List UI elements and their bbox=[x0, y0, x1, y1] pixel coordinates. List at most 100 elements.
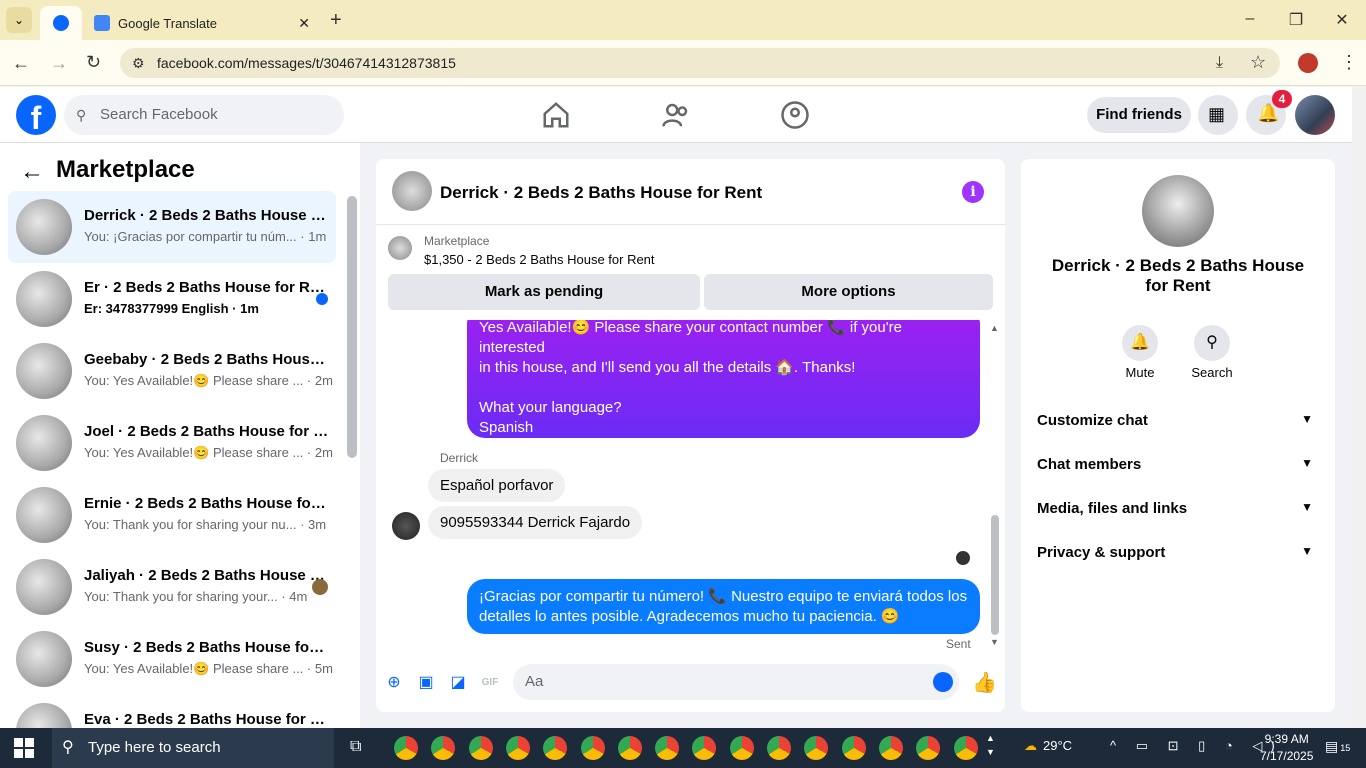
outgoing-message: Yes Available!😊 Please share your contac… bbox=[467, 320, 980, 456]
thumbs-up-icon[interactable]: 👍 bbox=[972, 670, 997, 695]
notification-center-icon[interactable]: ▤ 15 bbox=[1325, 738, 1350, 755]
system-tray-icons[interactable]: ^ ▭ ⊡ ▯ ◔ ◁) bbox=[1110, 738, 1283, 754]
profile-icon[interactable] bbox=[1298, 53, 1318, 73]
chat-title[interactable]: Derrick · 2 Beds 2 Baths House for Rent bbox=[440, 183, 762, 203]
conversation-item[interactable]: Susy · 2 Beds 2 Baths House for Rent You:… bbox=[8, 623, 336, 695]
conversation-title: Geebaby · 2 Beds 2 Baths House for Rent bbox=[84, 351, 329, 368]
url-field[interactable]: facebook.com/messages/t/3046741431287381… bbox=[120, 48, 1280, 78]
chrome-taskbar-icon[interactable] bbox=[505, 736, 530, 760]
new-tab-button[interactable]: + bbox=[330, 9, 342, 32]
privacy-support-row[interactable]: Privacy & support ▼ bbox=[1037, 544, 1319, 568]
chat-members-row[interactable]: Chat members ▼ bbox=[1037, 456, 1319, 480]
menu-grid-button[interactable]: ▦ bbox=[1198, 95, 1238, 135]
restore-icon[interactable]: ❐ bbox=[1286, 10, 1306, 30]
mark-as-pending-button[interactable]: Mark as pending bbox=[388, 274, 700, 310]
search-label: Search bbox=[1191, 365, 1233, 380]
photo-icon[interactable]: ▣ bbox=[415, 672, 437, 694]
gif-icon[interactable]: GIF bbox=[479, 672, 501, 694]
media-files-links-row[interactable]: Media, files and links ▼ bbox=[1037, 500, 1319, 524]
install-app-icon[interactable]: ⤓ bbox=[1216, 54, 1223, 72]
listing-thumbnail bbox=[16, 559, 72, 615]
conversation-item[interactable]: Joel · 2 Beds 2 Baths House for Rent You:… bbox=[8, 407, 336, 479]
chrome-taskbar-icon[interactable] bbox=[543, 736, 568, 760]
emoji-icon[interactable] bbox=[933, 672, 953, 692]
conversation-title: Jaliyah · 2 Beds 2 Baths House for Rent bbox=[84, 567, 329, 584]
chrome-taskbar-icon[interactable] bbox=[468, 736, 493, 760]
more-options-button[interactable]: More options bbox=[704, 274, 993, 310]
friends-icon[interactable] bbox=[661, 100, 691, 130]
reload-icon[interactable]: ↻ bbox=[86, 52, 101, 73]
bookmark-star-icon[interactable]: ☆ bbox=[1250, 52, 1266, 73]
chat-info-avatar[interactable] bbox=[1142, 175, 1214, 247]
clock[interactable]: 9:39 AM 7/17/2025 bbox=[1260, 731, 1313, 765]
back-arrow-icon[interactable]: ← bbox=[20, 158, 44, 186]
chevron-down-icon: ▼ bbox=[1301, 500, 1313, 514]
facebook-logo[interactable]: f bbox=[16, 95, 56, 135]
listing-title[interactable]: $1,350 - 2 Beds 2 Baths House for Rent bbox=[424, 252, 655, 267]
search-icon: ⚲ bbox=[76, 107, 87, 123]
chevron-down-icon: ▼ bbox=[1301, 412, 1313, 426]
chrome-taskbar-icon[interactable] bbox=[617, 736, 642, 760]
groups-icon[interactable] bbox=[780, 100, 810, 130]
windows-start-icon[interactable] bbox=[14, 738, 34, 758]
task-view-icon[interactable]: ⧉ bbox=[350, 738, 361, 756]
page-scrollbar[interactable] bbox=[1352, 87, 1366, 728]
chrome-taskbar-icon[interactable] bbox=[729, 736, 754, 760]
row-label: Customize chat bbox=[1037, 412, 1148, 429]
chrome-taskbar-icon[interactable] bbox=[841, 736, 866, 760]
find-friends-button[interactable]: Find friends bbox=[1087, 97, 1191, 133]
browser-menu-icon[interactable]: ⋮ bbox=[1340, 52, 1358, 73]
conversation-item[interactable]: Ernie · 2 Beds 2 Baths House for Rent You… bbox=[8, 479, 336, 551]
chat-info-title: Derrick · 2 Beds 2 Baths House for Rent bbox=[1051, 256, 1305, 295]
conversation-item[interactable]: Er · 2 Beds 2 Baths House for Rent Er: 34… bbox=[8, 263, 336, 335]
close-tab-icon[interactable]: ✕ bbox=[298, 15, 310, 32]
conversation-title: Derrick · 2 Beds 2 Baths House for Rent bbox=[84, 207, 329, 224]
google-translate-icon bbox=[94, 15, 110, 31]
customize-chat-row[interactable]: Customize chat ▼ bbox=[1037, 412, 1319, 436]
message-input[interactable]: Aa bbox=[513, 664, 959, 700]
marketplace-label: Marketplace bbox=[424, 234, 490, 248]
taskbar-search[interactable]: ⚲ Type here to search bbox=[52, 728, 334, 768]
chrome-taskbar-icon[interactable] bbox=[655, 736, 680, 760]
sent-status: Sent bbox=[946, 637, 971, 651]
scroll-up-icon[interactable]: ▲ bbox=[990, 323, 999, 333]
plus-icon[interactable]: ⊕ bbox=[383, 672, 405, 694]
mute-button[interactable]: 🔔 bbox=[1122, 325, 1158, 361]
listing-thumbnail[interactable] bbox=[388, 236, 412, 260]
info-icon[interactable]: i bbox=[962, 181, 984, 203]
back-icon[interactable]: ← bbox=[12, 53, 30, 74]
forward-icon[interactable]: → bbox=[50, 53, 68, 74]
close-window-icon[interactable]: ✕ bbox=[1332, 10, 1352, 30]
chrome-taskbar-icon[interactable] bbox=[767, 736, 791, 760]
tab-facebook[interactable] bbox=[40, 6, 82, 40]
chrome-taskbar-icon[interactable] bbox=[394, 736, 418, 760]
tab-google-translate[interactable]: Google Translate ✕ bbox=[84, 6, 320, 40]
chat-avatar[interactable] bbox=[392, 171, 432, 211]
conversation-item[interactable]: Geebaby · 2 Beds 2 Baths House for Rent Y… bbox=[8, 335, 336, 407]
conversation-item[interactable]: Jaliyah · 2 Beds 2 Baths House for Rent Y… bbox=[8, 551, 336, 623]
search-chat-button[interactable]: ⚲ bbox=[1194, 325, 1230, 361]
sticker-icon[interactable]: ◪ bbox=[447, 672, 469, 694]
account-avatar[interactable] bbox=[1295, 95, 1335, 135]
scroll-down-icon[interactable]: ▼ bbox=[990, 637, 999, 647]
chat-scrollbar[interactable] bbox=[991, 515, 999, 635]
unread-dot bbox=[316, 293, 328, 305]
seen-avatar bbox=[312, 579, 328, 595]
site-info-icon[interactable]: ⚙ bbox=[132, 55, 145, 72]
temperature: 29°C bbox=[1043, 738, 1073, 753]
left-scrollbar[interactable] bbox=[347, 196, 357, 458]
chrome-taskbar-icon[interactable] bbox=[916, 736, 941, 760]
home-icon[interactable] bbox=[541, 100, 571, 130]
conversation-item[interactable]: Derrick · 2 Beds 2 Baths House for Rent Y… bbox=[8, 191, 336, 263]
chrome-taskbar-icon[interactable] bbox=[580, 736, 605, 760]
sender-avatar[interactable] bbox=[392, 512, 420, 540]
search-input[interactable]: ⚲ Search Facebook bbox=[64, 95, 344, 135]
minimize-icon[interactable]: – bbox=[1240, 10, 1260, 30]
row-label: Media, files and links bbox=[1037, 500, 1188, 517]
weather-widget[interactable]: ☁ 29°C bbox=[1024, 738, 1072, 754]
chrome-taskbar-icon[interactable] bbox=[878, 736, 903, 760]
tab-search-dropdown[interactable]: ⌄ bbox=[6, 7, 32, 33]
listing-thumbnail bbox=[16, 487, 72, 543]
chrome-taskbar-icon[interactable] bbox=[953, 736, 978, 760]
taskbar-scroll-icon[interactable]: ▲ ▼ bbox=[986, 731, 995, 759]
